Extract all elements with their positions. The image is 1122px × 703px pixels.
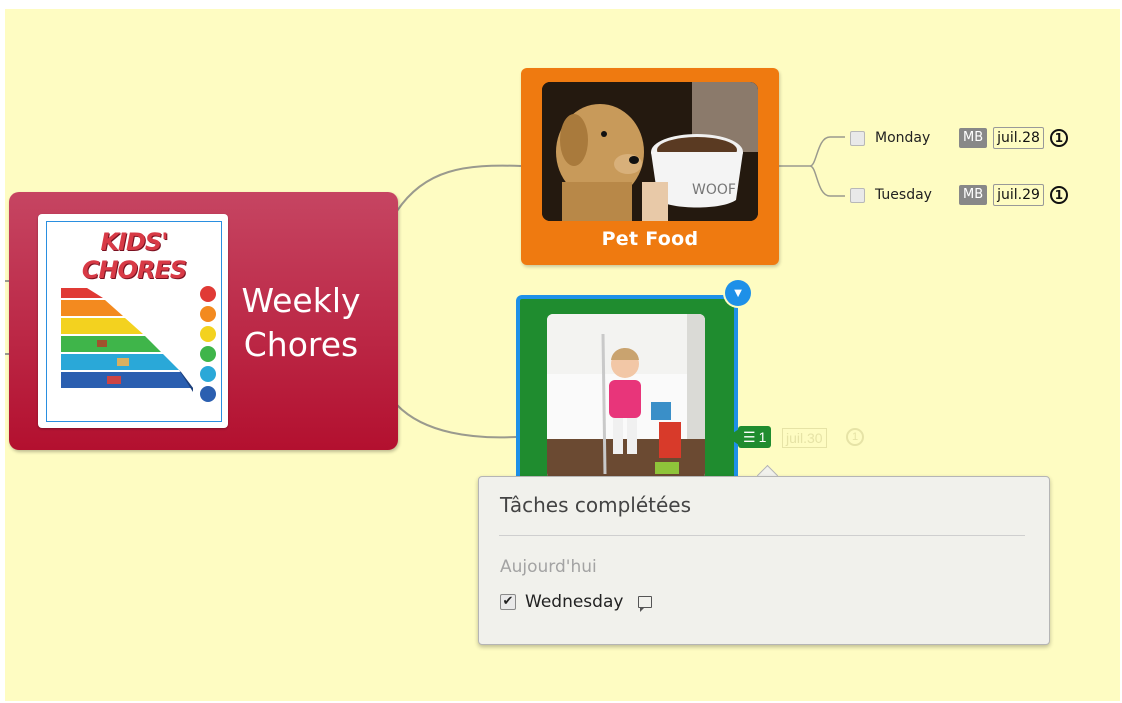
- task-list-icon: ☰: [743, 429, 756, 445]
- completed-task-checkbox[interactable]: ✔: [500, 594, 516, 610]
- pet-food-image: WOOF: [542, 82, 758, 221]
- link-selected-topic: [396, 404, 517, 439]
- task-checkbox[interactable]: [850, 187, 865, 203]
- central-label-line2: Chores: [243, 325, 359, 364]
- task-label: Monday: [875, 130, 931, 146]
- due-date[interactable]: juil.28: [993, 127, 1044, 149]
- completed-task-label: Wednesday: [525, 592, 624, 612]
- chores-pyramid-graphic: [61, 286, 216, 402]
- kids-chores-image: KIDS' CHORES: [46, 221, 222, 422]
- central-label-line1: Weekly: [241, 281, 361, 320]
- link-pet-food-tasks: [779, 136, 845, 197]
- pet-food-label: Pet Food: [601, 228, 699, 250]
- link-pet-food: [396, 164, 522, 212]
- task-count: 1: [758, 429, 767, 445]
- comment-icon[interactable]: [638, 596, 653, 612]
- child-cleaning-image: [547, 314, 705, 479]
- task-monday[interactable]: Monday MB juil.28 1: [850, 126, 1068, 150]
- task-count-badge[interactable]: ☰ 1: [738, 426, 772, 448]
- completed-task-item[interactable]: ✔ Wednesday: [500, 592, 653, 612]
- task-tuesday[interactable]: Tuesday MB juil.29 1: [850, 183, 1068, 207]
- priority-icon[interactable]: 1: [1049, 129, 1068, 147]
- dog-with-bowl-photo: WOOF: [542, 82, 758, 221]
- assignee-badge[interactable]: MB: [959, 128, 988, 148]
- selected-topic-priority-icon[interactable]: 1: [846, 428, 864, 446]
- child-with-mop-photo: [547, 314, 705, 479]
- task-label: Tuesday: [875, 187, 932, 203]
- assignee-badge[interactable]: MB: [959, 185, 988, 205]
- due-date[interactable]: juil.29: [993, 184, 1044, 206]
- task-checkbox[interactable]: [850, 130, 865, 146]
- central-topic-label: Weekly Chores: [231, 279, 371, 367]
- priority-icon[interactable]: 1: [1049, 186, 1068, 204]
- mindmap-canvas[interactable]: KIDS' CHORES Weekly Chores WOOF Pet Food…: [5, 9, 1120, 701]
- bowl-text: WOOF: [692, 182, 736, 198]
- popup-section-today: Aujourd'hui: [500, 557, 597, 577]
- popup-divider: [499, 535, 1025, 536]
- triangle-down-icon[interactable]: ▼: [725, 280, 751, 306]
- selected-topic-date[interactable]: juil.30: [782, 428, 827, 448]
- popup-title: Tâches complétées: [500, 493, 692, 517]
